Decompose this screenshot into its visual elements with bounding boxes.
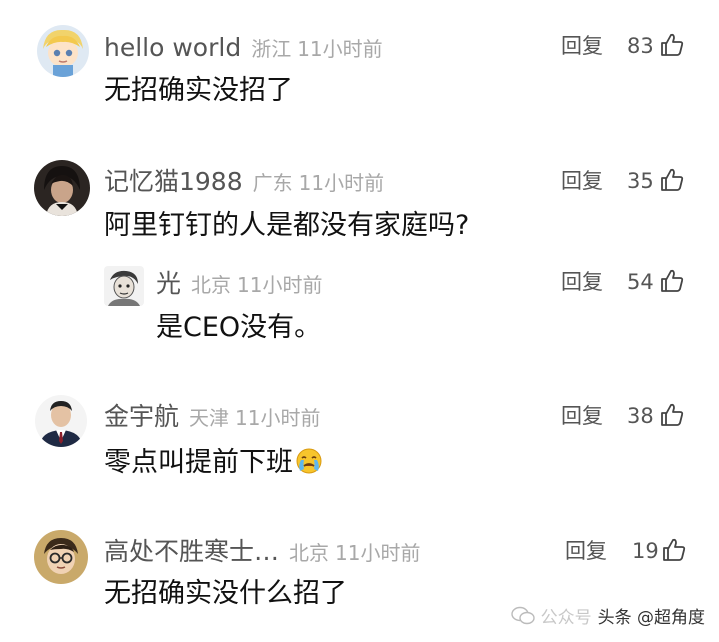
like-count: 19 (632, 539, 659, 563)
time-label: 11小时前 (298, 171, 385, 195)
username[interactable]: hello world (104, 33, 241, 62)
username[interactable]: 光 (156, 269, 181, 298)
comment-text: 是CEO没有。 (156, 312, 322, 343)
time-label: 11小时前 (237, 273, 323, 297)
comment-text: 无招确实没招了 (104, 75, 293, 106)
comment-meta: 高处不胜寒士… 北京 11小时前 (104, 539, 420, 564)
person-photo-avatar[interactable] (34, 160, 90, 216)
comment-meta: 光北京 11小时前 (156, 271, 322, 296)
comment-text-content: 零点叫提前下班 (104, 447, 293, 478)
reply-button[interactable]: 回复 (561, 36, 603, 57)
watermark-text: 头条 @超角度 (597, 608, 705, 628)
reply-button[interactable]: 回复 (565, 541, 607, 562)
comment-meta: 记忆猫1988 广东 11小时前 (104, 169, 384, 194)
time-label: 11小时前 (335, 541, 421, 565)
wechat-icon (510, 606, 535, 624)
comment-meta: 金宇航 天津 11小时前 (104, 404, 320, 429)
comment-text: 零点叫提前下班 (104, 447, 323, 476)
username[interactable]: 金宇航 (104, 402, 179, 431)
location-label: 天津 (189, 406, 230, 430)
crying-face-emoji (296, 448, 322, 474)
thumbs-up-icon[interactable] (659, 32, 685, 58)
watermark-faint-text: 公众号 (540, 608, 592, 628)
comment-text: 无招确实没什么招了 (104, 578, 347, 609)
cartoon-boy-avatar[interactable] (37, 25, 89, 77)
reply-button[interactable]: 回复 (561, 171, 603, 192)
reply-button[interactable]: 回复 (561, 272, 603, 293)
watermark: 公众号 头条 @超角度 (510, 603, 705, 628)
like-count: 83 (627, 34, 654, 58)
time-label: 11小时前 (235, 406, 321, 430)
like-count: 35 (627, 169, 654, 193)
businessman-avatar[interactable] (35, 395, 87, 447)
sketch-portrait-avatar[interactable] (104, 266, 144, 306)
like-count: 54 (627, 270, 654, 294)
glasses-cartoon-avatar[interactable] (34, 530, 88, 584)
username[interactable]: 高处不胜寒士… (104, 537, 279, 566)
username[interactable]: 记忆猫1988 (104, 167, 243, 196)
location-label: 浙江 (251, 37, 292, 61)
thumbs-up-icon[interactable] (659, 167, 685, 193)
comment-text: 阿里钉钉的人是都没有家庭吗? (104, 210, 470, 241)
thumbs-up-icon[interactable] (661, 537, 687, 563)
location-label: 北京 (289, 541, 330, 565)
thumbs-up-icon[interactable] (659, 402, 685, 428)
location-label: 广东 (252, 171, 293, 195)
reply-button[interactable]: 回复 (561, 406, 603, 427)
time-label: 11小时前 (297, 37, 383, 61)
comment-meta: hello world 浙江 11小时前 (104, 35, 383, 60)
like-count: 38 (627, 404, 654, 428)
thumbs-up-icon[interactable] (659, 268, 685, 294)
location-label: 北京 (191, 273, 232, 297)
